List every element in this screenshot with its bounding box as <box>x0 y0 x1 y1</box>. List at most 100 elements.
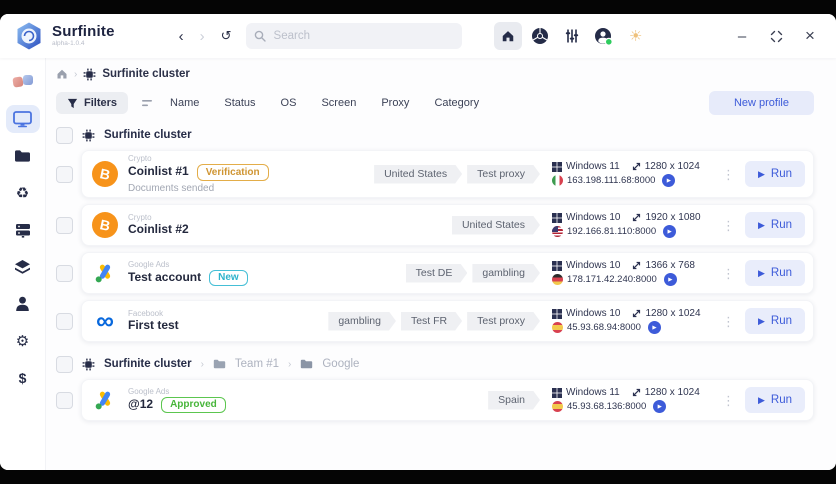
proxy-check-icon[interactable]: ▶ <box>653 400 666 413</box>
monitor-icon <box>13 111 32 128</box>
group-sublabel[interactable]: Team #1 <box>235 358 279 370</box>
row-menu-icon[interactable]: ⋮ <box>722 267 735 280</box>
proxy-check-icon[interactable]: ▶ <box>648 321 661 334</box>
tag[interactable]: United States <box>374 165 462 184</box>
germany-flag-icon <box>552 274 563 285</box>
row-menu-icon[interactable]: ⋮ <box>722 219 735 232</box>
row-checkbox[interactable] <box>56 392 73 409</box>
screen-label: 1366 x 768 <box>645 260 695 271</box>
tag[interactable]: Test DE <box>406 264 468 283</box>
tag[interactable]: Spain <box>488 391 540 410</box>
filters-button[interactable]: Filters <box>56 92 128 114</box>
funnel-icon <box>67 98 78 109</box>
run-button[interactable]: ▶ Run <box>745 260 805 286</box>
sidebar-item-folders[interactable] <box>6 142 40 170</box>
back-arrow-icon[interactable]: ‹ <box>179 29 184 44</box>
profile-name: @12 <box>128 398 153 412</box>
group-label[interactable]: Surfinite cluster <box>104 129 192 141</box>
proxy-check-icon[interactable]: ▶ <box>664 273 677 286</box>
breadcrumb-home-icon[interactable] <box>56 68 68 80</box>
browser-icon[interactable] <box>526 22 554 50</box>
profile-row: Google Ads @12 Approved Spain Windows 11… <box>56 379 814 421</box>
screen-label: 1280 x 1024 <box>645 161 700 172</box>
column-header-category[interactable]: Category <box>434 97 479 109</box>
group-checkbox[interactable] <box>56 127 73 144</box>
workspace-avatars-icon[interactable] <box>6 68 40 96</box>
account-icon[interactable] <box>590 22 618 50</box>
run-button[interactable]: ▶ Run <box>745 212 805 238</box>
sidebar-item-extensions[interactable] <box>6 253 40 281</box>
breadcrumb-cluster[interactable]: Surfinite cluster <box>102 68 190 80</box>
row-menu-icon[interactable]: ⋮ <box>722 315 735 328</box>
profile-card[interactable]: Google Ads Test account New Test DE gamb… <box>81 252 814 294</box>
group-checkbox[interactable] <box>56 356 73 373</box>
toolbar: Filters Name Status OS Screen Proxy Cate… <box>56 91 814 115</box>
run-button[interactable]: ▶ Run <box>745 308 805 334</box>
search-input[interactable] <box>272 29 454 43</box>
tag[interactable]: United States <box>452 216 540 235</box>
play-icon: ▶ <box>758 170 765 179</box>
sidebar-item-profiles[interactable] <box>6 105 40 133</box>
play-icon: ▶ <box>758 396 765 405</box>
bitcoin-icon: B <box>92 212 118 238</box>
new-profile-button[interactable]: New profile <box>709 91 814 115</box>
user-icon <box>15 296 30 312</box>
refresh-icon[interactable]: ↺ <box>221 28 232 44</box>
sidebar-item-settings[interactable]: ⚙ <box>6 327 40 355</box>
maximize-button[interactable] <box>764 24 788 48</box>
column-header-screen[interactable]: Screen <box>321 97 356 109</box>
group-label[interactable]: Surfinite cluster <box>104 358 192 370</box>
sidebar-item-proxies[interactable] <box>6 216 40 244</box>
proxy-check-icon[interactable]: ▶ <box>663 225 676 238</box>
dollar-icon: $ <box>19 371 27 385</box>
resolution-icon <box>632 388 641 397</box>
windows-icon <box>552 309 562 319</box>
row-checkbox[interactable] <box>56 313 73 330</box>
forward-arrow-icon[interactable]: › <box>200 29 205 44</box>
sidebar-item-team[interactable] <box>6 290 40 318</box>
search-box[interactable] <box>246 23 462 49</box>
profile-card[interactable]: B Crypto Coinlist #2 United States Windo… <box>81 204 814 246</box>
folder-icon <box>14 149 31 163</box>
run-button[interactable]: ▶ Run <box>745 161 805 187</box>
column-header-proxy[interactable]: Proxy <box>381 97 409 109</box>
group-sublabel[interactable]: Google <box>322 358 359 370</box>
theme-sun-icon[interactable]: ☀ <box>622 22 650 50</box>
proxy-check-icon[interactable]: ▶ <box>662 174 675 187</box>
preferences-sliders-icon[interactable] <box>558 22 586 50</box>
run-button[interactable]: ▶ Run <box>745 387 805 413</box>
column-header-name[interactable]: Name <box>170 97 199 109</box>
profile-card[interactable]: Google Ads @12 Approved Spain Windows 11… <box>81 379 814 421</box>
google-ads-icon <box>92 260 118 286</box>
profile-card[interactable]: ∞ Facebook First test gambling Test FR T… <box>81 300 814 342</box>
column-header-os[interactable]: OS <box>281 97 297 109</box>
group-header: Surfinite cluster <box>56 126 814 144</box>
column-header-status[interactable]: Status <box>224 97 255 109</box>
breadcrumb-separator: › <box>288 359 291 370</box>
row-menu-icon[interactable]: ⋮ <box>722 168 735 181</box>
row-checkbox[interactable] <box>56 217 73 234</box>
home-button[interactable] <box>494 22 522 50</box>
group-header: Surfinite cluster › Team #1 › Google <box>56 355 814 373</box>
sidebar-item-billing[interactable]: $ <box>6 364 40 392</box>
profile-card[interactable]: B Crypto Coinlist #1 Verification Docume… <box>81 150 814 198</box>
sidebar-item-trash[interactable]: ♻ <box>6 179 40 207</box>
spain-flag-icon <box>552 322 563 333</box>
row-menu-icon[interactable]: ⋮ <box>722 394 735 407</box>
close-button[interactable]: × <box>798 24 822 48</box>
sort-icon[interactable] <box>142 98 154 109</box>
proxy-address: 192.166.81.110:8000 <box>567 226 656 237</box>
tag[interactable]: Test proxy <box>467 165 540 184</box>
tag[interactable]: gambling <box>328 312 396 331</box>
cluster-icon <box>82 129 95 142</box>
row-checkbox[interactable] <box>56 166 73 183</box>
tag[interactable]: Test FR <box>401 312 462 331</box>
os-label: Windows 10 <box>566 260 620 271</box>
row-checkbox[interactable] <box>56 265 73 282</box>
usa-flag-icon <box>552 226 563 237</box>
tag[interactable]: Test proxy <box>467 312 540 331</box>
google-ads-icon <box>92 387 118 413</box>
tag[interactable]: gambling <box>472 264 540 283</box>
breadcrumb-separator: › <box>201 359 204 370</box>
minimize-button[interactable]: – <box>730 24 754 48</box>
